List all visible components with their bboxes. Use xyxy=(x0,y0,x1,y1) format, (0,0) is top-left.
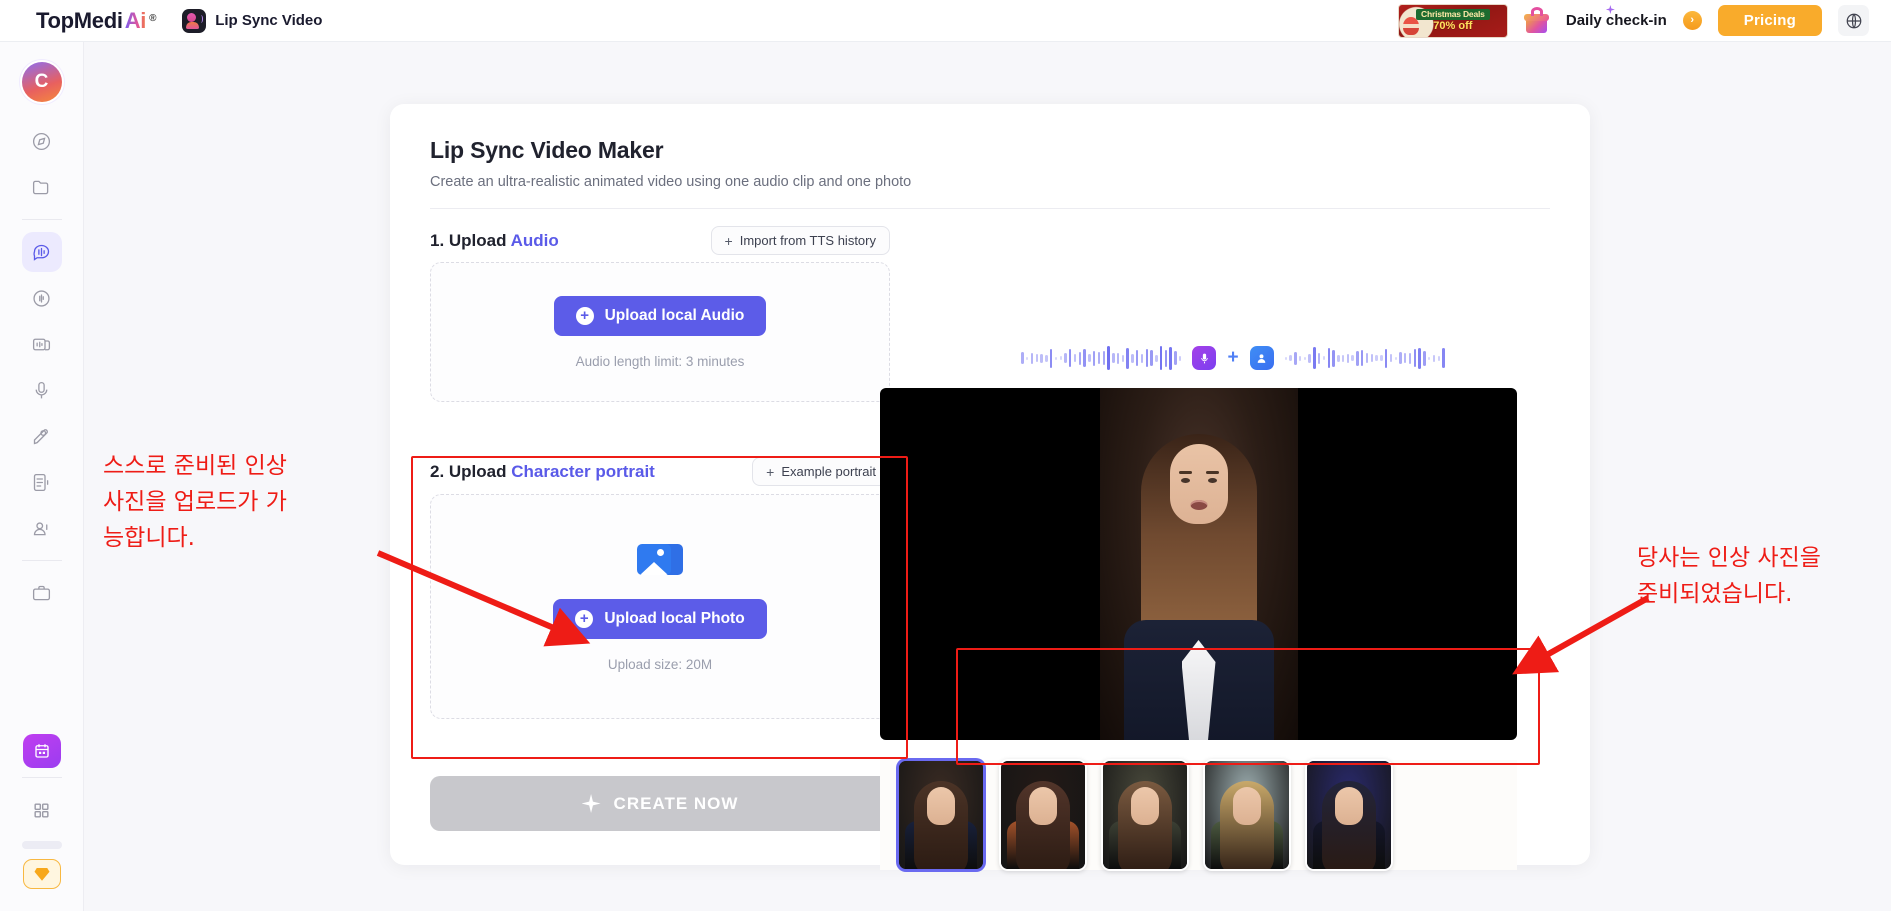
audio-plus-portrait-indicator: + xyxy=(923,342,1543,374)
current-app-label: Lip Sync Video xyxy=(215,12,323,29)
sidebar-item-folder[interactable] xyxy=(22,167,62,207)
language-globe-icon[interactable] xyxy=(1838,5,1869,36)
sidebar-item-ai-avatar[interactable] xyxy=(22,508,62,548)
plus-circle-icon: + xyxy=(575,306,594,325)
brand-name: TopMedi xyxy=(36,7,123,33)
person-icon xyxy=(1249,346,1274,370)
sidebar-item-calendar-promo[interactable] xyxy=(22,734,61,768)
example-portrait-label: Example portrait xyxy=(781,464,876,479)
sidebar-placeholder-pill xyxy=(21,841,62,849)
import-from-tts-history-button[interactable]: + Import from TTS history xyxy=(710,226,890,255)
audio-drop-zone[interactable]: + Upload local Audio Audio length limit:… xyxy=(430,262,890,402)
chevron-right-icon[interactable]: › xyxy=(1682,11,1702,30)
portrait-2-man-rust-coat[interactable] xyxy=(999,759,1087,871)
image-stack-icon xyxy=(637,541,683,579)
thumbnail-face xyxy=(1233,787,1261,825)
daily-checkin-label[interactable]: Daily check-in xyxy=(1565,5,1667,29)
sidebar-divider-3 xyxy=(21,777,62,778)
step-2-highlight: Character portrait xyxy=(511,461,655,481)
sidebar-item-text-to-speech[interactable] xyxy=(22,462,62,502)
create-now-button[interactable]: CREATE NOW xyxy=(430,776,890,831)
left-sidebar: C xyxy=(0,42,84,911)
sidebar-divider-1 xyxy=(21,219,62,220)
app-header: TopMedi Ai ® Lip Sync Video Christmas Deal… xyxy=(0,0,1891,42)
plus-icon: + xyxy=(1227,347,1239,368)
christmas-deals-banner[interactable]: Christmas Deals 70% off xyxy=(1397,3,1508,38)
registered-mark: ® xyxy=(149,12,157,24)
upload-local-audio-label: Upload local Audio xyxy=(604,306,745,324)
upload-local-audio-button[interactable]: + Upload local Audio xyxy=(553,295,767,336)
step-2-header: 2. Upload Character portrait + Example p… xyxy=(430,457,890,486)
sidebar-item-apps-grid[interactable] xyxy=(22,790,62,830)
portrait-3-woman-olive-top[interactable] xyxy=(1101,759,1189,871)
sidebar-item-workspace[interactable] xyxy=(22,573,62,613)
upload-size-hint: Upload size: 20M xyxy=(607,657,713,672)
card-divider xyxy=(430,208,1550,209)
page-title: Lip Sync Video Maker xyxy=(430,137,664,163)
upload-local-photo-label: Upload local Photo xyxy=(604,610,745,627)
header-actions: Christmas Deals 70% off Daily check-in ›… xyxy=(1397,3,1869,38)
upload-local-photo-button[interactable]: + Upload local Photo xyxy=(553,599,767,639)
waveform-left xyxy=(1021,345,1182,371)
sidebar-item-lip-sync-video[interactable] xyxy=(21,232,62,272)
video-preview[interactable] xyxy=(880,388,1517,740)
step-1-title: 1. Upload Audio xyxy=(430,231,559,251)
page-subtitle: Create an ultra-realistic animated video… xyxy=(430,174,912,190)
step-1-header: 1. Upload Audio + Import from TTS histor… xyxy=(430,226,890,255)
sidebar-item-voice-cloning[interactable] xyxy=(22,416,62,456)
photo-drop-zone[interactable]: + Upload local Photo Upload size: 20M xyxy=(430,494,890,719)
annotation-text-left: 스스로 준비된 인상 사진을 업로드가 가 능합니다. xyxy=(103,453,287,551)
portrait-5-woman-cyberpunk[interactable] xyxy=(1305,759,1393,871)
portrait-thumbnail-strip xyxy=(880,759,1517,871)
step-2-number: 2. Upload xyxy=(430,461,512,481)
sidebar-item-video-translate[interactable] xyxy=(22,324,62,364)
santa-icon xyxy=(1402,16,1419,35)
audio-length-hint: Audio length limit: 3 minutes xyxy=(575,353,745,369)
portrait-4-man-green-shirt[interactable] xyxy=(1203,759,1291,871)
thumbnail-face xyxy=(1335,787,1363,825)
portrait-1-woman-navy-suit[interactable] xyxy=(897,759,985,871)
thumbnail-face xyxy=(1029,787,1057,825)
avatar[interactable]: C xyxy=(21,62,62,102)
waveform-right xyxy=(1284,345,1445,371)
create-now-label: CREATE NOW xyxy=(613,793,739,813)
example-portrait-button[interactable]: + Example portrait xyxy=(752,457,890,486)
current-app-chip: Lip Sync Video xyxy=(182,8,323,33)
step-2-title: 2. Upload Character portrait xyxy=(430,462,655,482)
preview-portrait-image xyxy=(1099,388,1298,740)
import-from-tts-history-label: Import from TTS history xyxy=(739,233,876,248)
sidebar-divider-2 xyxy=(21,560,62,561)
microphone-icon xyxy=(1192,346,1217,370)
sidebar-item-voice-changer[interactable] xyxy=(22,278,62,318)
step-1-highlight: Audio xyxy=(510,230,559,250)
daily-checkin-text: Daily check-in xyxy=(1565,12,1667,29)
step-1-number: 1. Upload xyxy=(430,230,511,250)
promo-line-2: 70% off xyxy=(1433,19,1473,32)
lip-sync-card: Lip Sync Video Maker Create an ultra-rea… xyxy=(390,104,1590,871)
sidebar-item-voice-recorder[interactable] xyxy=(22,370,62,410)
brand-logo[interactable]: TopMedi Ai ® xyxy=(36,8,156,34)
plus-icon: + xyxy=(724,232,733,249)
thumbnail-face xyxy=(1131,787,1159,825)
thumbnail-face xyxy=(927,787,955,825)
sidebar-item-discover[interactable] xyxy=(22,121,62,161)
promo-line-1: Christmas Deals xyxy=(1416,8,1490,20)
gift-icon xyxy=(1523,6,1550,34)
sidebar-item-premium-diamond[interactable] xyxy=(22,859,61,889)
brand-ai-mark: Ai xyxy=(124,7,147,33)
sparkle-icon xyxy=(581,794,601,813)
lip-sync-video-icon xyxy=(182,8,207,33)
annotation-text-right: 당사는 인상 사진을 준비되었습니다. xyxy=(1637,545,1821,607)
pricing-button[interactable]: Pricing xyxy=(1717,5,1822,36)
plus-icon: + xyxy=(766,463,775,480)
plus-circle-icon: + xyxy=(575,610,594,628)
